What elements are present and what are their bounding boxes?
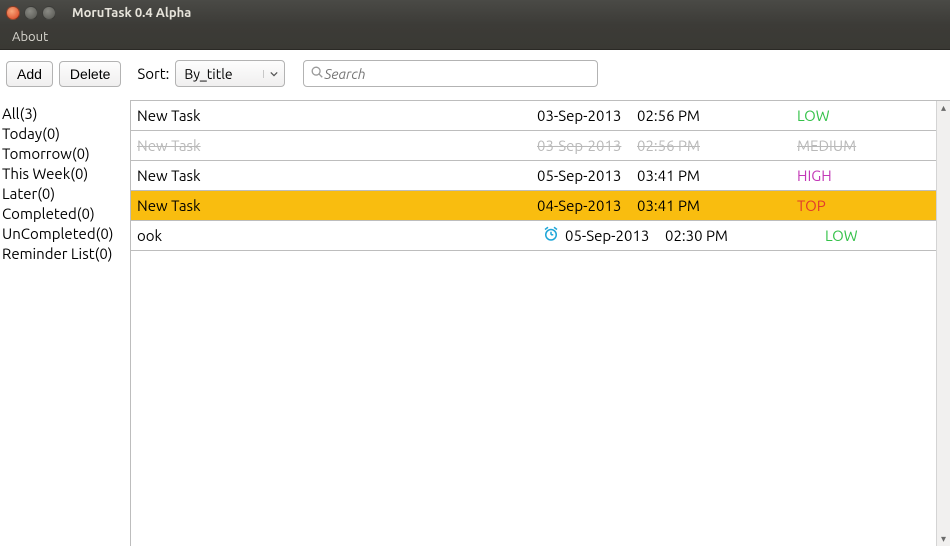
search-icon xyxy=(310,65,324,82)
task-priority: LOW xyxy=(797,107,930,124)
titlebar: MoruTask 0.4 Alpha xyxy=(0,0,950,25)
search-input[interactable] xyxy=(324,66,591,82)
content-area: Add Delete Sort: By_title All(3) Today(0… xyxy=(0,50,950,546)
task-title: New Task xyxy=(137,197,537,214)
sidebar: All(3) Today(0) Tomorrow(0) This Week(0)… xyxy=(0,98,130,546)
task-row[interactable]: New Task03-Sep-201302:56 PMLOW xyxy=(131,101,936,131)
task-time: 02:30 PM xyxy=(665,227,825,244)
task-row[interactable]: New Task04-Sep-201303:41 PMTOP xyxy=(131,191,936,221)
task-time: 03:41 PM xyxy=(637,197,797,214)
task-time: 03:41 PM xyxy=(637,167,797,184)
delete-button[interactable]: Delete xyxy=(59,61,121,87)
sidebar-item-thisweek[interactable]: This Week(0) xyxy=(2,164,128,184)
task-row[interactable]: New Task05-Sep-201303:41 PMHIGH xyxy=(131,161,936,191)
alarm-icon xyxy=(537,225,565,246)
task-title: New Task xyxy=(137,167,537,184)
window-title: MoruTask 0.4 Alpha xyxy=(72,6,191,20)
sidebar-item-later[interactable]: Later(0) xyxy=(2,184,128,204)
sidebar-item-uncompleted[interactable]: UnCompleted(0) xyxy=(2,224,128,244)
minimize-icon[interactable] xyxy=(24,6,38,20)
sidebar-item-tomorrow[interactable]: Tomorrow(0) xyxy=(2,144,128,164)
main-split: All(3) Today(0) Tomorrow(0) This Week(0)… xyxy=(0,98,950,546)
task-title: ook xyxy=(137,227,537,244)
task-date: 03-Sep-2013 xyxy=(537,137,637,154)
task-pane: New Task03-Sep-201302:56 PMLOWNew Task03… xyxy=(130,100,950,546)
maximize-icon[interactable] xyxy=(42,6,56,20)
sort-label: Sort: xyxy=(137,65,169,82)
task-priority: TOP xyxy=(797,197,930,214)
task-priority: LOW xyxy=(825,227,930,244)
search-box[interactable] xyxy=(303,60,598,87)
task-date: 05-Sep-2013 xyxy=(537,167,637,184)
task-list: New Task03-Sep-201302:56 PMLOWNew Task03… xyxy=(131,101,936,546)
menu-about[interactable]: About xyxy=(6,27,54,47)
task-date: 04-Sep-2013 xyxy=(537,197,637,214)
sort-value: By_title xyxy=(184,66,232,82)
add-button[interactable]: Add xyxy=(6,61,53,87)
toolbar: Add Delete Sort: By_title xyxy=(0,50,950,98)
task-title: New Task xyxy=(137,137,537,154)
task-row[interactable]: New Task03-Sep-201302:56 PMMEDIUM xyxy=(131,131,936,161)
sidebar-item-reminder[interactable]: Reminder List(0) xyxy=(2,244,128,264)
chevron-down-icon xyxy=(263,70,278,78)
sidebar-item-today[interactable]: Today(0) xyxy=(2,124,128,144)
scroll-down-icon[interactable]: ▾ xyxy=(937,532,950,546)
task-date: 05-Sep-2013 xyxy=(565,227,665,244)
task-row[interactable]: ook 05-Sep-201302:30 PMLOW xyxy=(131,221,936,251)
sort-select[interactable]: By_title xyxy=(175,60,285,87)
task-priority: HIGH xyxy=(797,167,930,184)
task-title: New Task xyxy=(137,107,537,124)
window-controls xyxy=(6,6,56,20)
task-time: 02:56 PM xyxy=(637,107,797,124)
sidebar-item-completed[interactable]: Completed(0) xyxy=(2,204,128,224)
close-icon[interactable] xyxy=(6,6,20,20)
task-time: 02:56 PM xyxy=(637,137,797,154)
task-priority: MEDIUM xyxy=(797,137,930,154)
sidebar-item-all[interactable]: All(3) xyxy=(2,104,128,124)
task-date: 03-Sep-2013 xyxy=(537,107,637,124)
menubar: About xyxy=(0,25,950,50)
scrollbar[interactable]: ▴ ▾ xyxy=(936,101,950,546)
scroll-up-icon[interactable]: ▴ xyxy=(937,101,950,115)
